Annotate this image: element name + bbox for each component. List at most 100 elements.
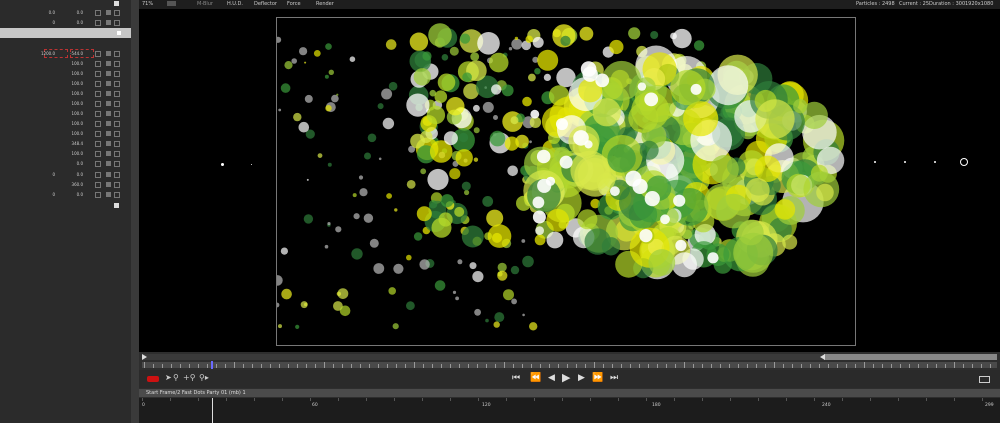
parameter-value[interactable]: 100.0 — [72, 131, 83, 136]
keyframe-icon[interactable] — [95, 151, 101, 157]
keyframe-icon[interactable] — [95, 91, 101, 97]
keyframe-icon[interactable] — [95, 121, 101, 127]
parameter-value[interactable]: 1200.0 — [41, 51, 55, 56]
parameter-row[interactable]: 0.0 — [0, 159, 131, 169]
play-icon[interactable]: ▶ — [562, 371, 570, 384]
keyframe-icon[interactable] — [114, 141, 120, 147]
graph-icon[interactable] — [106, 192, 111, 197]
graph-icon[interactable] — [106, 20, 111, 25]
add-key-icon[interactable]: +⚲ — [183, 373, 196, 382]
keyframe-icon[interactable] — [114, 61, 120, 67]
graph-icon[interactable] — [106, 131, 111, 136]
keyframe-icon[interactable] — [114, 101, 120, 107]
particle-viewer[interactable] — [139, 9, 1000, 352]
parameter-value[interactable]: 0 — [52, 20, 55, 25]
playhead-marker[interactable] — [211, 361, 213, 369]
keyframe-icon[interactable] — [114, 51, 120, 57]
parameter-row[interactable]: 1200.0 -544.0 — [0, 49, 131, 59]
parameter-value[interactable]: 100.0 — [72, 121, 83, 126]
parameter-value[interactable]: 100.0 — [72, 81, 83, 86]
keyframe-icon[interactable] — [114, 10, 120, 16]
selected-parameter-row[interactable] — [0, 28, 131, 38]
keyframe-icon[interactable] — [95, 192, 101, 198]
work-range-bar[interactable] — [142, 354, 997, 360]
render-button[interactable]: Render — [316, 1, 334, 7]
keyframe-icon[interactable] — [114, 151, 120, 157]
graph-icon[interactable] — [106, 141, 111, 146]
graph-icon[interactable] — [106, 111, 111, 116]
parameter-value[interactable]: 0.0 — [77, 20, 83, 25]
keyframe-icon[interactable] — [114, 182, 120, 188]
keyframe-icon[interactable] — [95, 182, 101, 188]
parameter-row[interactable]: 100.0 — [0, 89, 131, 99]
graph-icon[interactable] — [106, 81, 111, 86]
keyframe-icon[interactable] — [95, 20, 101, 26]
parameter-row[interactable]: 100.0 — [0, 79, 131, 89]
loop-icon[interactable] — [979, 376, 990, 383]
cursor-icon[interactable]: ➤ — [165, 373, 172, 382]
keyframe-icon[interactable] — [114, 81, 120, 87]
parameter-value[interactable]: 0 — [52, 172, 55, 177]
hud-button[interactable]: H.U.D. — [227, 1, 243, 7]
parameter-row[interactable]: 0 0.0 — [0, 190, 131, 200]
step-forward-icon[interactable]: ▶ — [578, 373, 585, 383]
time-ruler[interactable] — [142, 362, 997, 368]
parameter-row[interactable]: 100.0 — [0, 129, 131, 139]
keyframe-icon[interactable] — [114, 131, 120, 137]
zoom-level[interactable]: 71% — [142, 1, 153, 7]
key-options-icon[interactable]: ⚲▸ — [199, 373, 209, 382]
keyframe-icon[interactable] — [114, 192, 120, 198]
parameter-value[interactable]: 100.0 — [72, 101, 83, 106]
graph-icon[interactable] — [106, 172, 111, 177]
parameter-row[interactable]: 0.0 0.0 — [0, 8, 131, 18]
parameter-row[interactable]: 0 0.0 — [0, 170, 131, 180]
mblur-button[interactable]: M-Blur — [197, 1, 213, 7]
parameter-row[interactable]: 360.0 — [0, 180, 131, 190]
layer-track[interactable]: Start Frame/2 Fast Dots Party 01 (mb) 1 — [139, 389, 1000, 397]
keyframe-icon[interactable] — [95, 81, 101, 87]
keyframe-icon[interactable] — [95, 161, 101, 167]
parameter-value[interactable]: -544.0 — [70, 51, 83, 56]
keyframe-icon[interactable] — [95, 131, 101, 137]
parameter-row[interactable]: 0 0.0 — [0, 18, 131, 28]
go-to-end-icon[interactable]: ⏭ — [610, 373, 618, 383]
parameter-value[interactable]: 100.0 — [72, 91, 83, 96]
parameter-value[interactable]: 100.0 — [72, 71, 83, 76]
keyframe-icon[interactable] — [95, 61, 101, 67]
graph-icon[interactable] — [106, 71, 111, 76]
keyframe-icon[interactable] — [114, 91, 120, 97]
parameter-value[interactable]: 0.0 — [77, 192, 83, 197]
fast-forward-icon[interactable]: ⏩ — [592, 373, 603, 383]
keyframe-icon[interactable] — [114, 121, 120, 127]
record-button[interactable] — [147, 376, 159, 382]
parameter-value[interactable]: 360.0 — [72, 182, 83, 187]
range-end-marker[interactable] — [820, 354, 825, 360]
parameter-value[interactable]: 100.0 — [72, 61, 83, 66]
parameter-row[interactable]: 100.0 — [0, 119, 131, 129]
step-back-icon[interactable]: ◀ — [548, 373, 555, 383]
keyframe-icon[interactable] — [95, 10, 101, 16]
rewind-icon[interactable]: ⏪ — [530, 373, 541, 383]
parameter-row[interactable]: 348.4 — [0, 139, 131, 149]
parameter-value[interactable]: 0.0 — [77, 10, 83, 15]
parameter-row[interactable]: 100.0 — [0, 149, 131, 159]
keyframe-icon[interactable] — [114, 172, 120, 178]
keyframe-icon[interactable] — [114, 111, 120, 117]
keyframe-icon[interactable] — [95, 71, 101, 77]
parameter-row[interactable]: 100.0 — [0, 69, 131, 79]
keyframe-icon[interactable] — [114, 71, 120, 77]
keyframe-icon[interactable] — [95, 172, 101, 178]
target-handle[interactable] — [960, 158, 968, 166]
keyframe-icon[interactable] — [95, 141, 101, 147]
range-selection[interactable] — [824, 354, 997, 360]
graph-icon[interactable] — [106, 151, 111, 156]
parameter-row[interactable]: 100.0 — [0, 99, 131, 109]
range-start-marker[interactable] — [142, 354, 147, 360]
keyframe-icon[interactable] — [114, 20, 120, 26]
parameter-value[interactable]: 0.0 — [77, 161, 83, 166]
deflector-button[interactable]: Deflector — [254, 1, 277, 7]
graph-icon[interactable] — [106, 61, 111, 66]
parameter-value[interactable]: 0.0 — [77, 172, 83, 177]
keyframe-icon[interactable] — [95, 101, 101, 107]
graph-icon[interactable] — [106, 121, 111, 126]
